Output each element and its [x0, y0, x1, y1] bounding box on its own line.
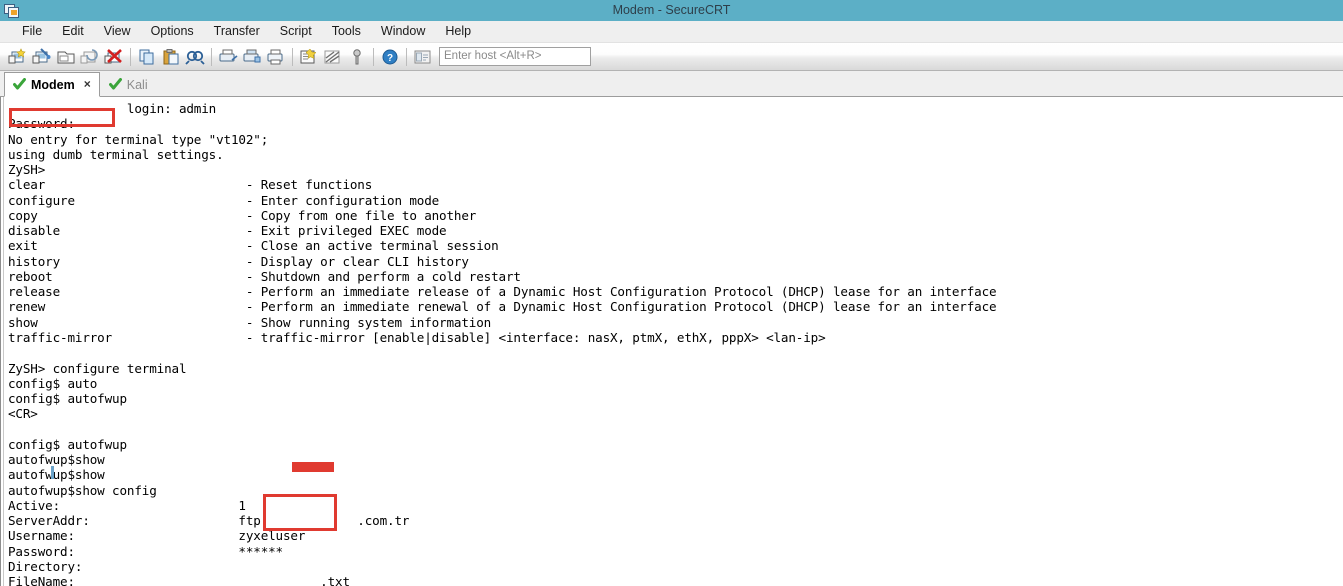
host-input[interactable]: Enter host <Alt+R>: [439, 47, 591, 66]
menu-transfer[interactable]: Transfer: [204, 21, 270, 42]
session-manager-icon[interactable]: [411, 45, 435, 69]
terminal-line: clear - Reset functions: [8, 177, 373, 193]
menu-script[interactable]: Script: [270, 21, 322, 42]
menu-view[interactable]: View: [94, 21, 141, 42]
redaction-hostname-login: [9, 108, 115, 127]
tab-modem[interactable]: Modem ×: [4, 72, 100, 97]
session-options-icon[interactable]: [297, 45, 321, 69]
redaction-server-domain: [292, 462, 334, 472]
terminal-output: login: admin Password: No entry for termin…: [8, 101, 997, 586]
terminal-line: disable - Exit privileged EXEC mode: [8, 223, 447, 239]
session-tabbar: Modem × Kali: [0, 71, 1343, 97]
window-titlebar: Modem - SecureCRT: [0, 0, 1343, 21]
host-input-placeholder: Enter host <Alt+R>: [444, 50, 542, 62]
toolbar-separator: [292, 47, 293, 66]
terminal-pane[interactable]: login: admin Password: No entry for termin…: [0, 97, 1343, 586]
help-icon[interactable]: ?: [378, 45, 402, 69]
print-icon[interactable]: [264, 45, 288, 69]
terminal-line: autofwup$show: [8, 452, 105, 468]
green-check-icon: [13, 78, 26, 91]
toolbar-separator: [406, 47, 407, 66]
toolbar-separator: [130, 47, 131, 66]
terminal-line: autofwup$show config: [8, 482, 157, 498]
app-icon-glyph: [3, 3, 19, 18]
svg-text:?: ?: [387, 53, 393, 64]
menu-file[interactable]: File: [12, 21, 52, 42]
menu-tools[interactable]: Tools: [322, 21, 371, 42]
terminal-line: ZySH> configure terminal: [8, 360, 187, 376]
window-title: Modem - SecureCRT: [612, 3, 731, 17]
terminal-line: reboot - Shutdown and perform a cold res…: [8, 268, 521, 284]
reconnect-icon[interactable]: [78, 45, 102, 69]
terminal-line: Active: 1: [8, 497, 246, 513]
terminal-line: Directory:: [8, 558, 83, 574]
terminal-line: history - Display or clear CLI history: [8, 253, 469, 269]
terminal-line: exit - Close an active terminal session: [8, 238, 499, 254]
terminal-line: Username: zyxeluser: [8, 528, 306, 544]
terminal-line: traffic-mirror - traffic-mirror [enable|…: [8, 329, 826, 345]
menu-options[interactable]: Options: [141, 21, 204, 42]
terminal-line: config$ auto: [8, 375, 98, 391]
menu-help[interactable]: Help: [435, 21, 481, 42]
terminal-line: copy - Copy from one file to another: [8, 207, 477, 223]
connect-icon[interactable]: [30, 45, 54, 69]
terminal-line: renew - Perform an immediate renewal of …: [8, 299, 997, 315]
menu-window[interactable]: Window: [371, 21, 435, 42]
terminal-line: configure - Enter configuration mode: [8, 192, 440, 208]
key-icon[interactable]: [345, 45, 369, 69]
green-check-icon: [108, 78, 122, 91]
terminal-line: ZySH>: [8, 162, 46, 178]
terminal-line: No entry for terminal type "vt102";: [8, 131, 269, 147]
terminal-line: FileName: .txt: [8, 574, 350, 586]
terminal-line: using dumb terminal settings.: [8, 146, 224, 162]
find-icon[interactable]: [183, 45, 207, 69]
menu-edit[interactable]: Edit: [52, 21, 94, 42]
new-session-icon[interactable]: [6, 45, 30, 69]
connect-local-shell-icon[interactable]: [54, 45, 78, 69]
tab-kali[interactable]: Kali: [100, 72, 157, 97]
toolbar-separator: [211, 47, 212, 66]
toolbar: ? Enter host <Alt+R>: [0, 43, 1343, 71]
terminal-line: release - Perform an immediate release o…: [8, 284, 997, 300]
terminal-line: Password: ******: [8, 543, 283, 559]
log-session-icon[interactable]: [240, 45, 264, 69]
paste-icon[interactable]: [159, 45, 183, 69]
terminal-line: autofwup$show: [8, 467, 105, 483]
menubar: File Edit View Options Transfer Script T…: [0, 21, 1343, 43]
terminal-line: login: admin: [8, 101, 217, 116]
toolbar-separator: [373, 47, 374, 66]
print-screen-icon[interactable]: [216, 45, 240, 69]
terminal-line: Password:: [8, 116, 75, 132]
terminal-line: <CR>: [8, 406, 38, 422]
disconnect-icon[interactable]: [102, 45, 126, 69]
terminal-cursor: [51, 466, 54, 479]
redaction-password-directory-filename: [263, 494, 337, 531]
terminal-line: show - Show running system information: [8, 314, 492, 330]
terminal-line: ServerAddr: ftp. .com.tr: [8, 513, 410, 529]
securecrt-app-icon[interactable]: [0, 0, 22, 21]
global-options-icon[interactable]: [321, 45, 345, 69]
terminal-line: config$ autofwup: [8, 391, 127, 407]
terminal-line: config$ autofwup: [8, 436, 127, 452]
copy-icon[interactable]: [135, 45, 159, 69]
tab-modem-label: Modem: [31, 77, 75, 92]
tab-kali-label: Kali: [126, 77, 148, 92]
tab-close-icon[interactable]: ×: [84, 78, 91, 90]
